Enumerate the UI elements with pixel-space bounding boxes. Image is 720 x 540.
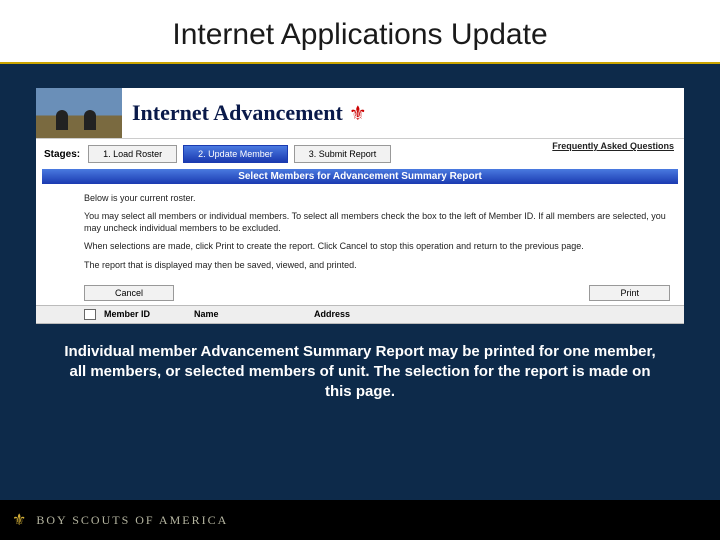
col-name: Name — [194, 309, 314, 320]
stages-row: Stages: 1. Load Roster 2. Update Member … — [36, 139, 684, 169]
table-header: Member ID Name Address — [36, 305, 684, 324]
instructions: Below is your current roster. You may se… — [36, 184, 684, 281]
footer-brand: BOY SCOUTS OF AMERICA — [36, 513, 228, 528]
stages-label: Stages: — [44, 149, 80, 160]
stage-1-button[interactable]: 1. Load Roster — [88, 145, 177, 163]
stage-2-button[interactable]: 2. Update Member — [183, 145, 288, 163]
slide-header: Internet Applications Update — [0, 0, 720, 64]
action-row: Cancel Print — [36, 281, 684, 305]
col-member-id: Member ID — [104, 309, 194, 320]
faq-link[interactable]: Frequently Asked Questions — [552, 141, 674, 151]
stage-3-button[interactable]: 3. Submit Report — [294, 145, 392, 163]
app-header: Internet Advancement ⚜ — [36, 88, 684, 139]
select-all-checkbox[interactable] — [84, 309, 96, 320]
instruction-4: The report that is displayed may then be… — [84, 259, 670, 271]
slide-caption: Individual member Advancement Summary Re… — [0, 324, 720, 403]
cancel-button[interactable]: Cancel — [84, 285, 174, 301]
instruction-3: When selections are made, click Print to… — [84, 240, 670, 252]
section-title: Select Members for Advancement Summary R… — [42, 169, 678, 184]
footer-fleur-icon: ⚜ — [12, 510, 26, 530]
print-button[interactable]: Print — [589, 285, 670, 301]
col-address: Address — [314, 309, 684, 320]
fleur-de-lis-icon: ⚜ — [349, 101, 367, 126]
header-photo — [36, 88, 122, 138]
footer: ⚜ BOY SCOUTS OF AMERICA — [0, 500, 720, 540]
instruction-1: Below is your current roster. — [84, 192, 670, 204]
app-title: Internet Advancement — [132, 100, 343, 126]
app-screenshot: Internet Advancement ⚜ Stages: 1. Load R… — [36, 88, 684, 324]
slide-title: Internet Applications Update — [0, 18, 720, 52]
instruction-2: You may select all members or individual… — [84, 210, 670, 234]
